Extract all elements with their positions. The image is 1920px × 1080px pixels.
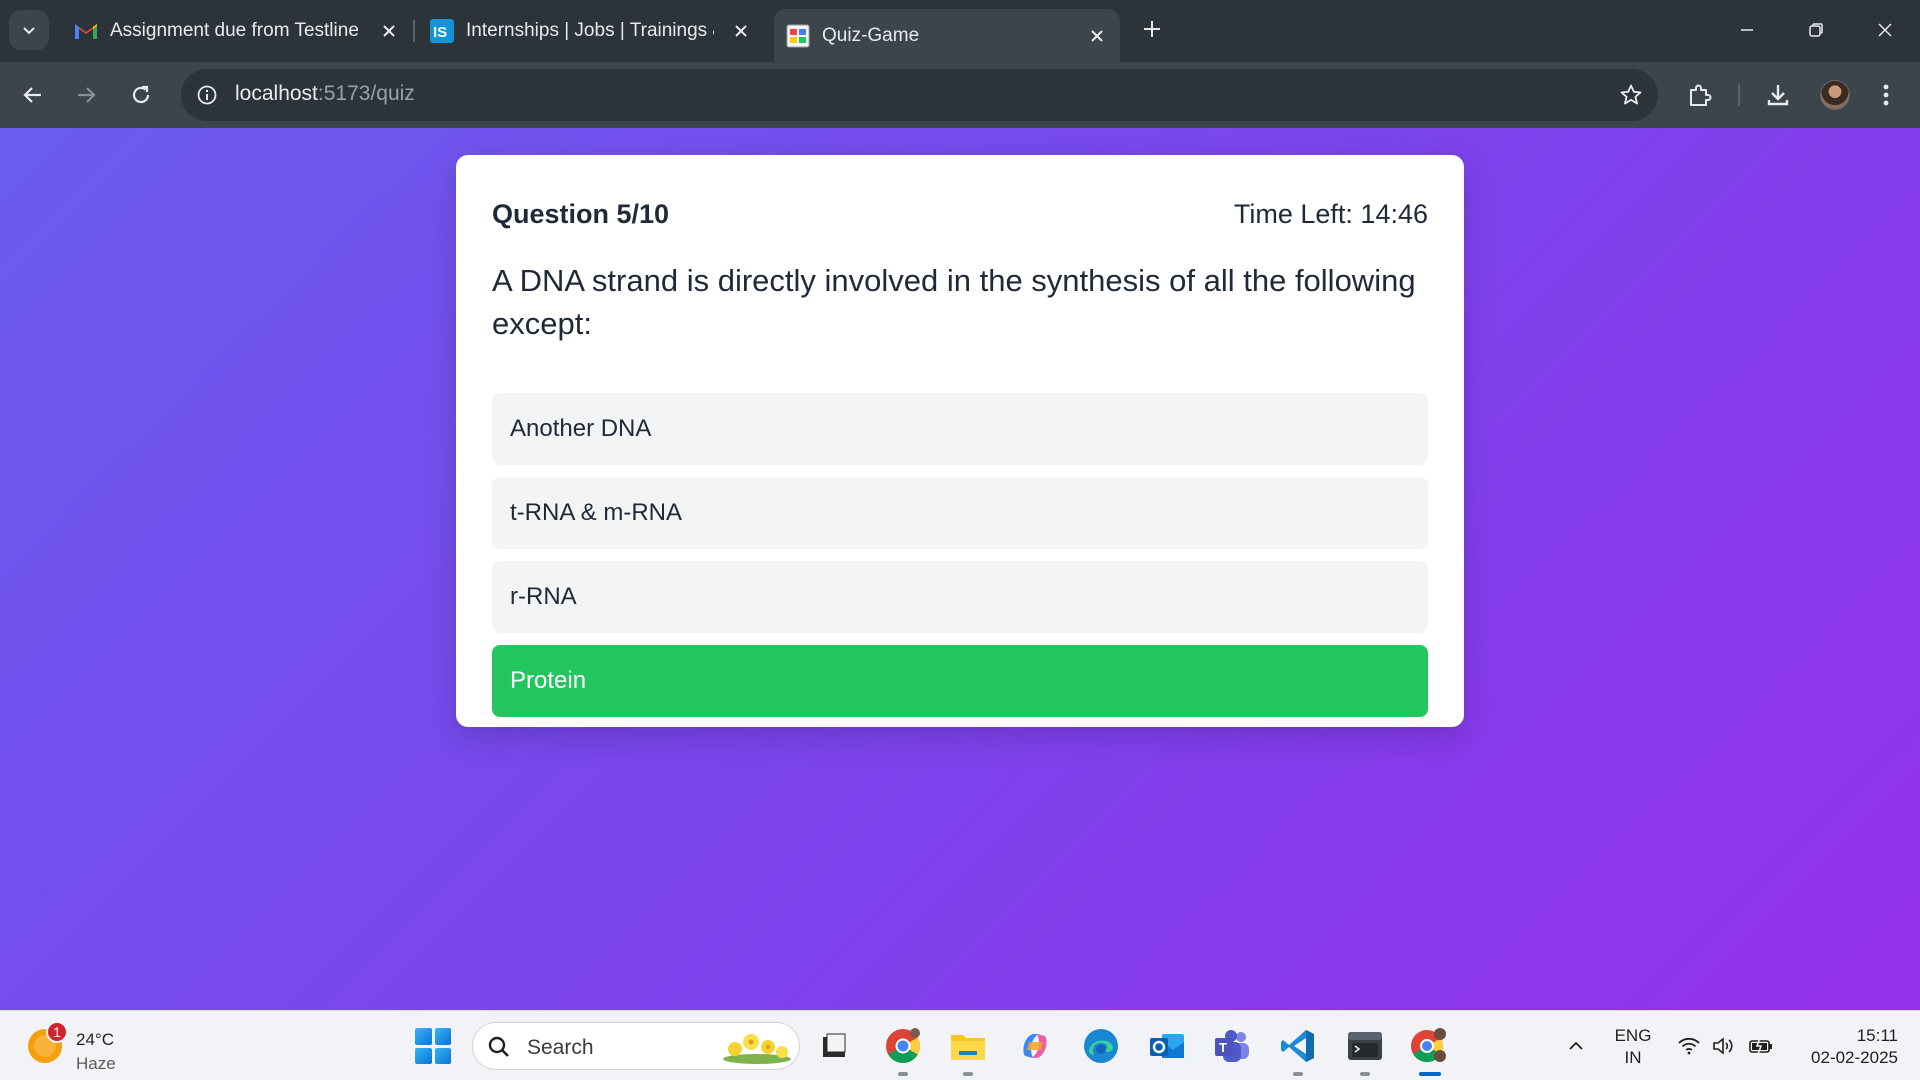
windows-start-icon[interactable] — [415, 1028, 451, 1064]
chrome-profile-icon[interactable] — [1407, 1024, 1451, 1076]
extensions-button[interactable] — [1679, 75, 1719, 115]
answer-option[interactable]: t-RNA & m-RNA — [492, 477, 1428, 549]
arrow-right-icon — [78, 87, 96, 103]
forward-button[interactable] — [66, 75, 106, 115]
url-path: :5173/quiz — [317, 82, 415, 105]
question-counter: Question 5/10 — [492, 199, 670, 229]
restore-icon — [1809, 23, 1823, 37]
minimize-button[interactable] — [1727, 10, 1767, 50]
tab-quiz-game[interactable]: Quiz-Game — [774, 9, 1120, 62]
tab-gmail[interactable]: Assignment due from Testline - — [60, 9, 412, 53]
tab-search-button[interactable] — [9, 10, 49, 50]
chevron-down-icon — [23, 27, 35, 35]
restore-button[interactable] — [1796, 10, 1836, 50]
quiz-page: Question 5/10 Time Left: 14:46 A DNA str… — [0, 128, 1920, 1010]
vscode-icon[interactable] — [1276, 1024, 1320, 1076]
url-text: localhost:5173/quiz — [235, 82, 415, 106]
outlook-icon[interactable] — [1145, 1024, 1189, 1068]
weather-condition: Haze — [76, 1054, 116, 1073]
battery-charging-icon[interactable] — [1744, 1011, 1778, 1080]
close-icon[interactable] — [1086, 25, 1108, 47]
more-vertical-icon — [1883, 84, 1889, 106]
search-highlight-flowers-icon — [723, 1034, 791, 1064]
new-tab-button[interactable] — [1137, 14, 1167, 44]
close-icon — [1878, 23, 1892, 37]
info-icon[interactable] — [193, 81, 221, 109]
back-button[interactable] — [13, 75, 53, 115]
quiz-game-icon — [786, 24, 810, 48]
wifi-icon[interactable] — [1672, 1011, 1706, 1080]
profile-avatar[interactable] — [1820, 80, 1850, 110]
chevron-up-icon — [1569, 1041, 1583, 1050]
clock-date: 02-02-2025 — [1811, 1048, 1898, 1067]
notification-badge: 1 — [46, 1021, 68, 1043]
close-icon[interactable] — [378, 20, 400, 42]
download-icon — [1767, 85, 1789, 106]
question-text: A DNA strand is directly involved in the… — [492, 263, 1416, 341]
weather-temperature: 24°C — [76, 1030, 114, 1049]
show-hidden-icons-button[interactable] — [1562, 1011, 1590, 1080]
plus-icon — [1144, 21, 1160, 37]
system-clock[interactable]: 15:11 02-02-2025 — [1788, 1025, 1898, 1069]
search-icon — [488, 1036, 509, 1057]
tab-title: Quiz-Game — [822, 24, 920, 46]
chrome-icon[interactable] — [881, 1024, 925, 1076]
taskbar-search-box[interactable]: Search — [472, 1022, 800, 1070]
toolbar-divider — [1738, 84, 1740, 106]
time-left: Time Left: 14:46 — [1233, 199, 1428, 229]
gmail-icon — [74, 19, 98, 43]
arrow-left-icon — [23, 87, 41, 103]
close-window-button[interactable] — [1865, 10, 1905, 50]
browser-toolbar: localhost:5173/quiz — [0, 62, 1920, 128]
tab-separator — [413, 20, 415, 42]
tab-internshala[interactable]: IS Internships | Jobs | Trainings & I — [416, 9, 764, 53]
copilot-icon[interactable] — [1013, 1024, 1057, 1068]
active-indicator — [1419, 1072, 1441, 1076]
answer-option[interactable]: Another DNA — [492, 393, 1428, 465]
answer-option-selected[interactable]: Protein — [492, 645, 1428, 717]
running-indicator — [898, 1072, 908, 1076]
url-host: localhost — [235, 82, 318, 105]
browser-menu-button[interactable] — [1866, 75, 1906, 115]
region-code: IN — [1624, 1048, 1642, 1067]
svg-text:IS: IS — [433, 24, 447, 41]
language-code: ENG — [1614, 1026, 1652, 1045]
running-indicator — [963, 1072, 973, 1076]
teams-icon[interactable]: T — [1210, 1024, 1254, 1068]
file-explorer-icon[interactable] — [946, 1024, 990, 1076]
edge-icon[interactable] — [1079, 1024, 1123, 1068]
file-icon[interactable] — [812, 1024, 856, 1068]
weather-widget[interactable]: 1 24°C Haze — [24, 1021, 144, 1073]
close-icon[interactable] — [730, 20, 752, 42]
puzzle-icon — [1690, 84, 1712, 106]
running-indicator — [1293, 1072, 1303, 1076]
input-language-indicator[interactable]: ENG IN — [1608, 1025, 1658, 1069]
volume-icon[interactable] — [1708, 1011, 1742, 1080]
bookmark-star-icon[interactable] — [1616, 80, 1646, 110]
windows-taskbar: 1 24°C Haze Search T ENG IN 15:11 02-02-… — [0, 1010, 1920, 1080]
tab-title: Internships | Jobs | Trainings & I — [466, 20, 714, 41]
answer-option[interactable]: r-RNA — [492, 561, 1428, 633]
reload-button[interactable] — [121, 75, 161, 115]
downloads-button[interactable] — [1758, 75, 1798, 115]
reload-icon — [132, 85, 150, 104]
internshala-icon: IS — [430, 19, 454, 43]
search-placeholder: Search — [527, 1036, 594, 1059]
quiz-card: Question 5/10 Time Left: 14:46 A DNA str… — [456, 155, 1464, 727]
terminal-icon[interactable] — [1343, 1024, 1387, 1076]
tab-strip: Assignment due from Testline - IS Intern… — [0, 0, 1920, 62]
minimize-icon — [1741, 29, 1753, 31]
address-bar[interactable]: localhost:5173/quiz — [181, 69, 1658, 121]
tab-title: Assignment due from Testline - — [110, 20, 358, 41]
svg-text:T: T — [1219, 1040, 1227, 1055]
running-indicator — [1360, 1072, 1370, 1076]
clock-time: 15:11 — [1856, 1026, 1898, 1045]
